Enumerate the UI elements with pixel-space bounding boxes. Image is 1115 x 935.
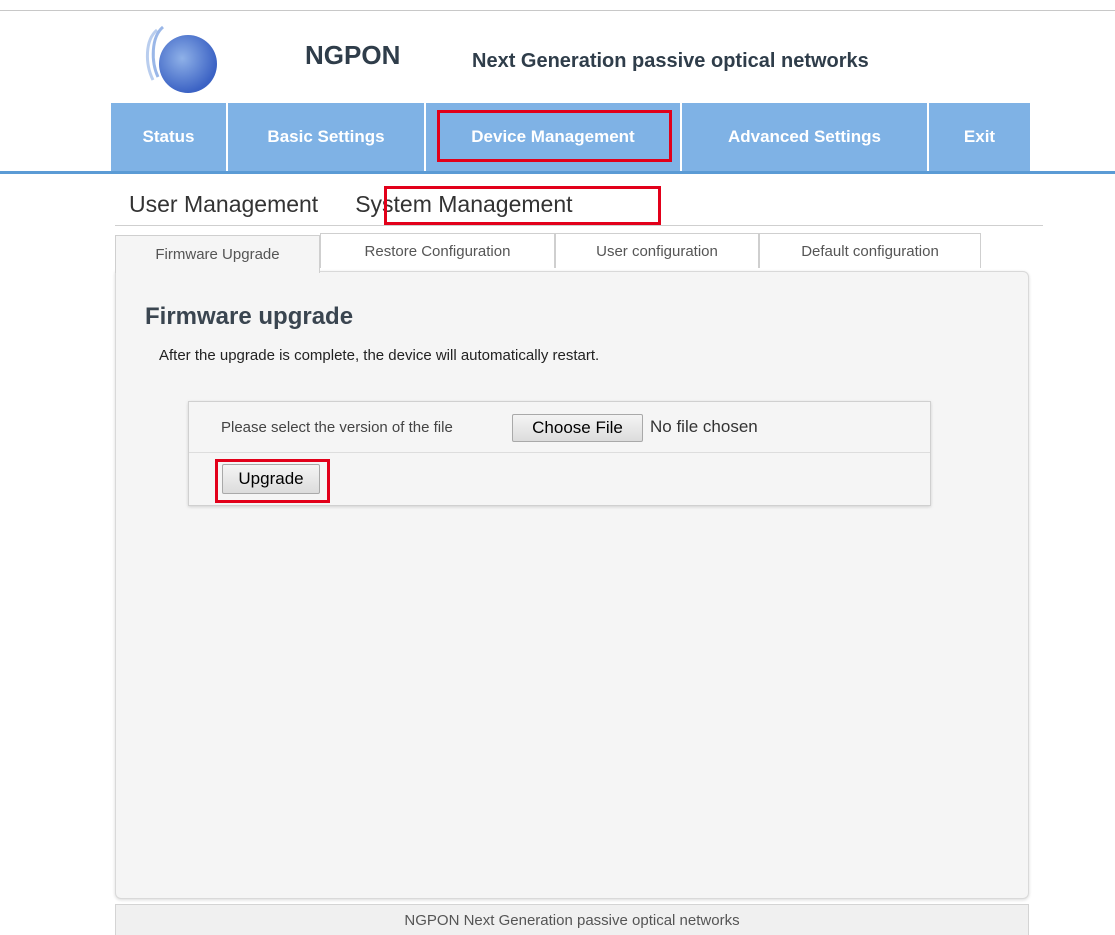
nav-tab-advanced-settings[interactable]: Advanced Settings — [682, 103, 929, 171]
nav-tab-exit[interactable]: Exit — [929, 103, 1030, 171]
nav-tab-basic-settings[interactable]: Basic Settings — [228, 103, 426, 171]
footer: NGPON Next Generation passive optical ne… — [115, 904, 1029, 935]
brand-tagline: Next Generation passive optical networks — [472, 50, 869, 72]
tab-default-configuration[interactable]: Default configuration — [759, 233, 981, 268]
tab-firmware-upgrade[interactable]: Firmware Upgrade — [115, 235, 320, 273]
tab-restore-configuration[interactable]: Restore Configuration — [320, 233, 555, 268]
subnav-divider — [115, 225, 1043, 226]
main-nav: Status Basic Settings Device Management … — [111, 103, 1030, 171]
content-panel — [115, 271, 1029, 899]
ngpon-logo — [146, 25, 217, 93]
form-divider — [189, 452, 930, 453]
panel-title: Firmware upgrade — [145, 303, 354, 330]
sub-nav: User Management System Management — [129, 191, 573, 218]
file-status-text: No file chosen — [650, 417, 758, 436]
nav-tab-status[interactable]: Status — [111, 103, 228, 171]
subnav-system-management[interactable]: System Management — [355, 191, 572, 218]
brand-name: NGPON — [305, 40, 401, 70]
subnav-user-management[interactable]: User Management — [129, 191, 318, 218]
choose-file-button[interactable]: Choose File — [512, 414, 643, 442]
nav-underline — [0, 171, 1115, 174]
upgrade-button[interactable]: Upgrade — [222, 464, 320, 494]
file-select-label: Please select the version of the file — [221, 419, 453, 436]
panel-description: After the upgrade is complete, the devic… — [159, 347, 600, 364]
nav-tab-device-management[interactable]: Device Management — [426, 103, 682, 171]
tab-user-configuration[interactable]: User configuration — [555, 233, 759, 268]
top-divider — [0, 10, 1115, 11]
